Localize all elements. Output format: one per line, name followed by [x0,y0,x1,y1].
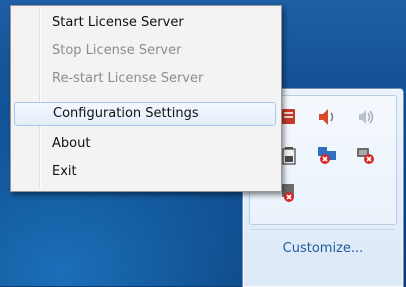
network-disconnected-icon[interactable] [354,144,376,166]
menu-item-exit[interactable]: Exit [14,160,276,184]
speaker-icon[interactable] [354,106,376,128]
menu-item-about[interactable]: About [14,132,276,156]
menu-item-configuration-settings[interactable]: Configuration Settings [14,102,276,126]
network-error-icon[interactable] [316,144,338,166]
menu-item-stop-license-server[interactable]: Stop License Server [14,39,276,63]
license-server-context-menu: Start License Server Stop License Server… [10,5,282,192]
customize-link[interactable]: Customize... [243,241,403,256]
menu-item-start-license-server[interactable]: Start License Server [14,11,276,35]
flyout-divider [251,229,395,230]
menu-item-restart-license-server[interactable]: Re-start License Server [14,67,276,91]
volume-icon[interactable] [316,106,338,128]
